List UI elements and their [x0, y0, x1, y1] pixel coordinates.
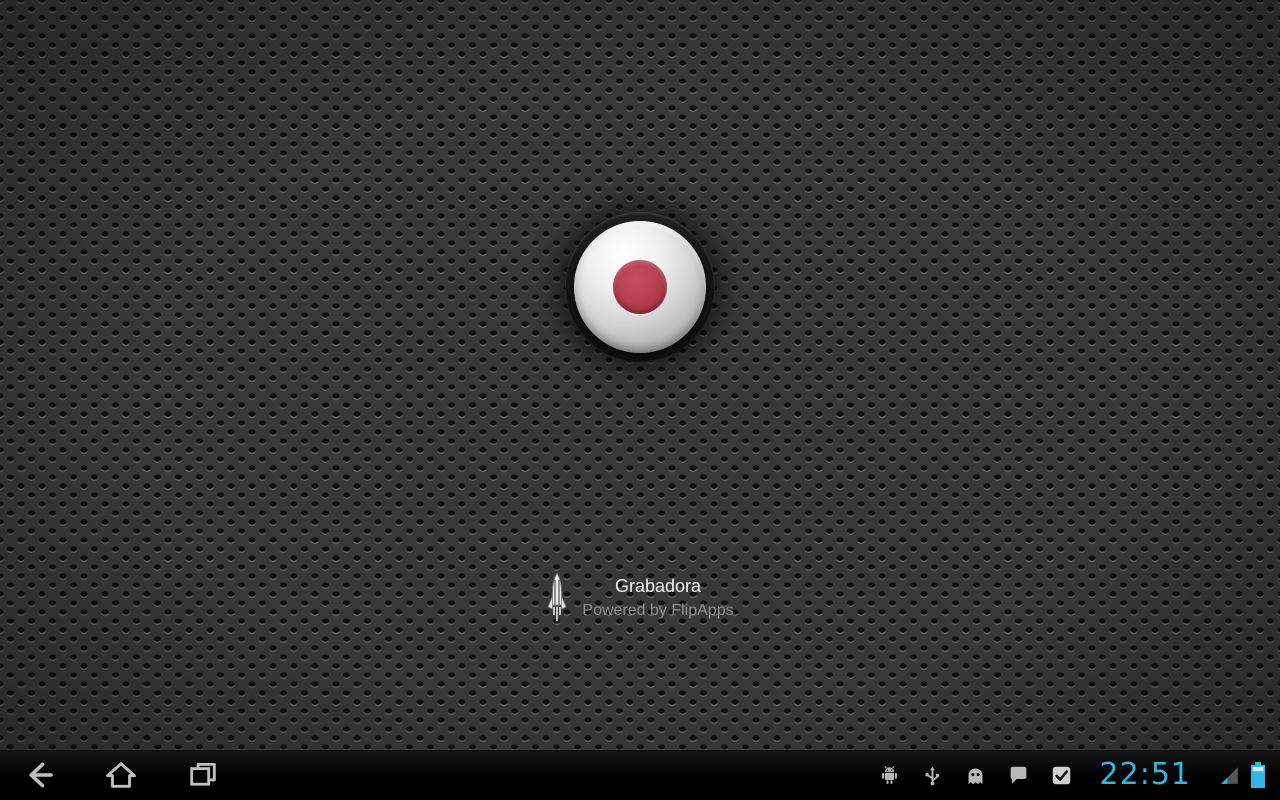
usb-connected-icon [922, 765, 943, 786]
app-branding: Grabadora Powered by FlipApps [0, 572, 1280, 624]
checkmark-notification-icon [1051, 765, 1072, 786]
recorder-app-screen: Grabadora Powered by FlipApps [0, 0, 1280, 800]
recent-apps-icon [190, 762, 216, 786]
ghost-notification-icon [965, 765, 986, 786]
rocket-logo-icon [546, 572, 568, 624]
system-navigation-bar: 22:51 [0, 750, 1280, 800]
back-icon [29, 762, 53, 788]
record-button-metal-ring [574, 221, 706, 353]
status-area[interactable]: 22:51 [879, 750, 1280, 800]
brand-text: Grabadora Powered by FlipApps [582, 573, 733, 623]
signal-strength-icon [1219, 765, 1240, 786]
clock: 22:51 [1099, 757, 1191, 792]
recent-apps-button[interactable] [178, 750, 228, 800]
home-button[interactable] [96, 750, 146, 800]
home-icon [106, 762, 136, 788]
app-subtitle: Powered by FlipApps [582, 602, 734, 619]
record-dot-icon [613, 260, 667, 314]
battery-icon [1250, 762, 1266, 788]
usb-debugging-icon [879, 765, 900, 786]
back-button[interactable] [14, 750, 64, 800]
record-button[interactable] [565, 212, 715, 362]
nav-buttons [0, 750, 228, 800]
chat-notification-icon [1008, 765, 1029, 786]
app-title: Grabadora [614, 576, 702, 596]
